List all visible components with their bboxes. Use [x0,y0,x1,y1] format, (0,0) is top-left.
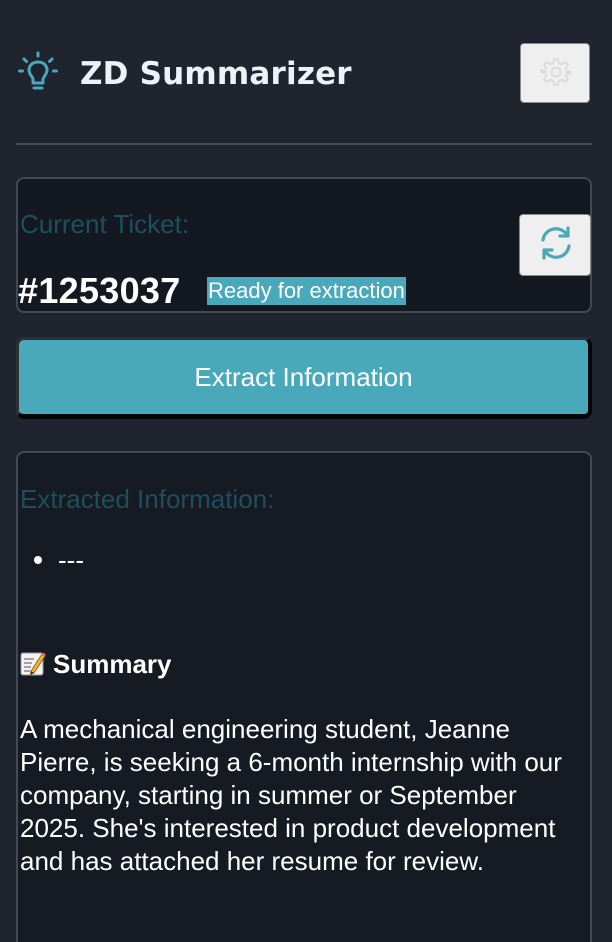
current-ticket-card: Current Ticket: #1253037 Ready for extra… [16,177,592,313]
header-divider [16,143,592,145]
ticket-number: #1253037 [18,270,181,311]
memo-icon [20,650,46,683]
summary-heading-text: Summary [53,649,172,679]
refresh-icon [541,226,571,260]
refresh-button[interactable] [519,214,591,276]
summary-text: A mechanical engineering student, Jeanne… [20,714,562,876]
gear-icon [540,58,572,86]
list-item-text: --- [58,545,84,575]
header: ZD Summarizer [16,40,592,106]
bullet-dot [34,556,42,564]
summary-heading: Summary [20,649,172,683]
extract-information-button[interactable]: Extract Information [16,337,592,419]
status-badge: Ready for extraction [207,277,406,305]
extracted-bullet-list: --- [32,543,84,577]
extracted-information-label: Extracted Information: [20,484,275,514]
extracted-information-card: Extracted Information: --- Summary A mec… [16,451,592,942]
app-root: ZD Summarizer Current Ticket: #1253037 R… [0,0,612,942]
settings-button[interactable] [520,43,590,103]
app-title: ZD Summarizer [80,56,352,92]
current-ticket-label: Current Ticket: [20,209,190,239]
lightbulb-icon [18,50,58,94]
list-item: --- [32,543,84,577]
